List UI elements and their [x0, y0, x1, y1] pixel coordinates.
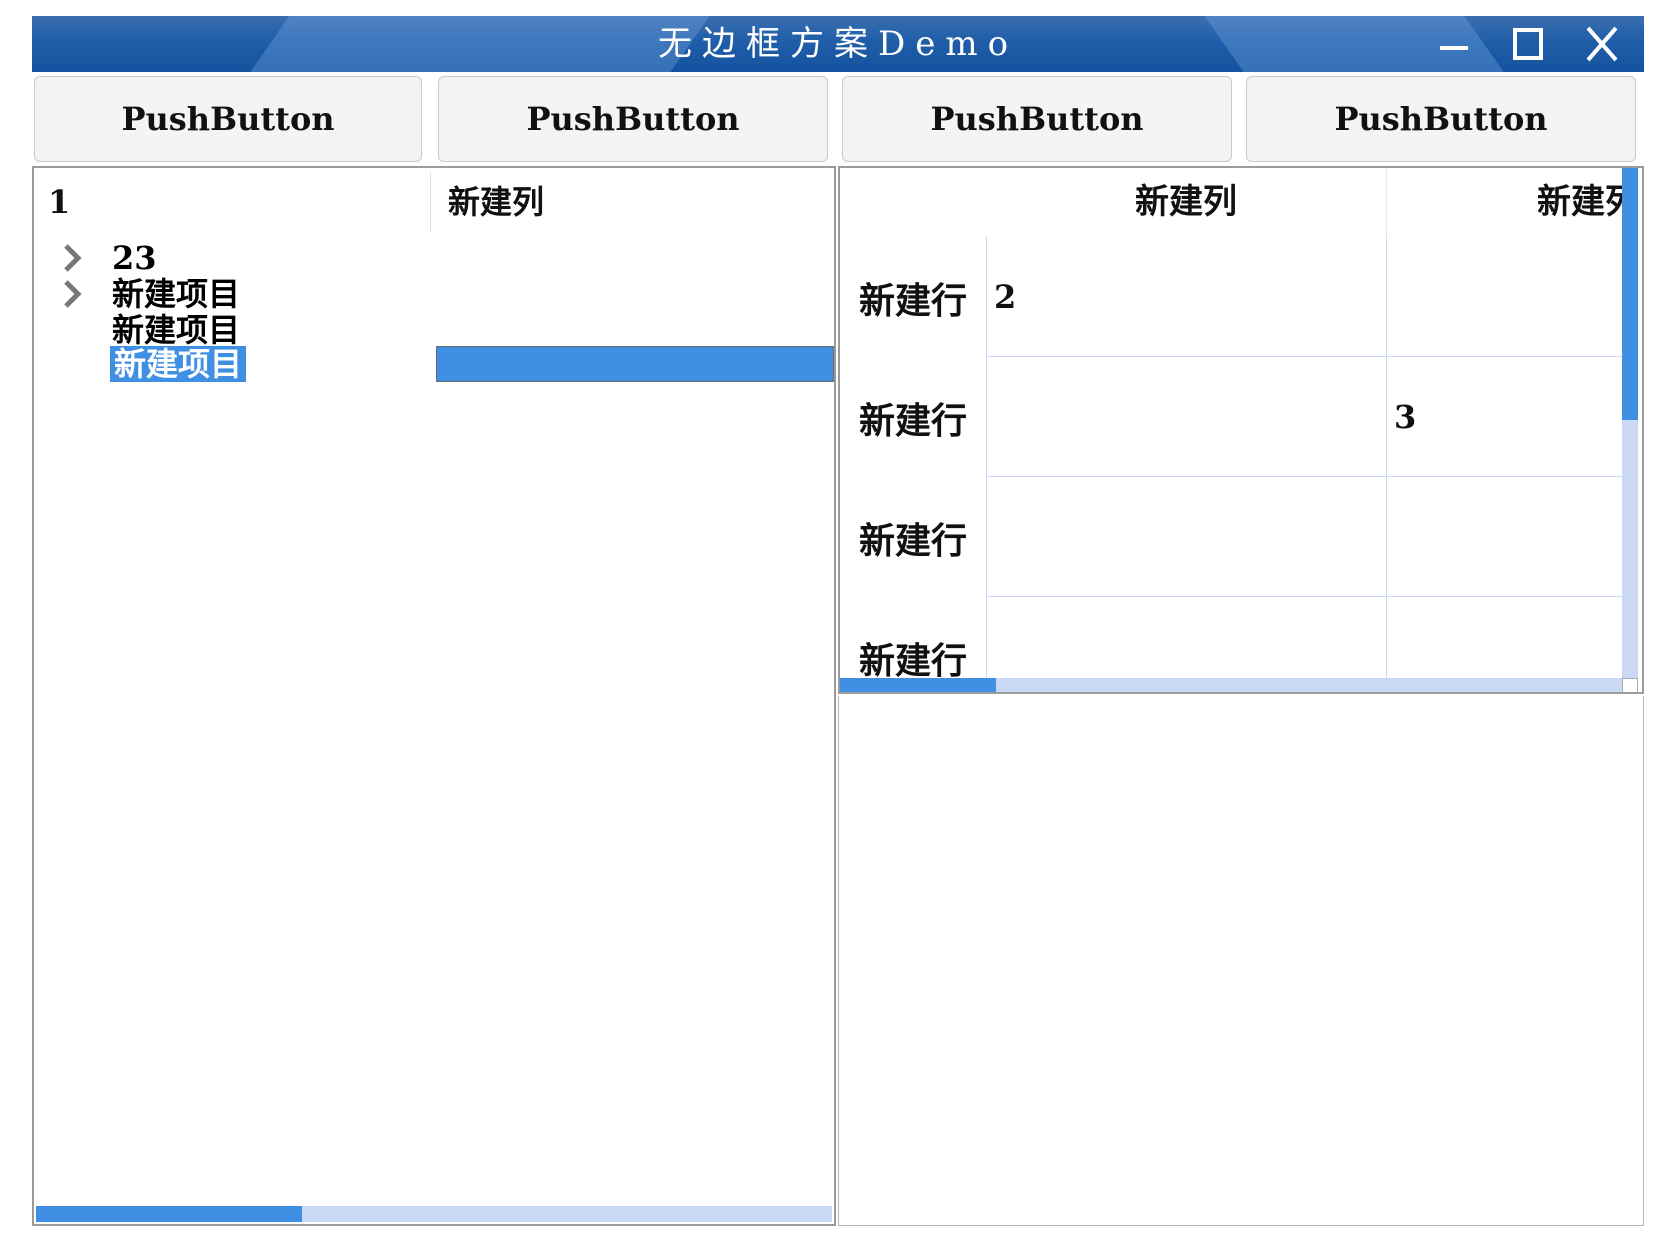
horizontal-scrollbar[interactable] [36, 1206, 832, 1222]
tree-item[interactable]: 新建项目 [112, 276, 240, 312]
tree-header-col-1[interactable]: 1 [48, 168, 70, 236]
tree-item[interactable]: 新建项目 [112, 312, 240, 348]
push-button-3[interactable]: PushButton [842, 76, 1232, 162]
tree-item[interactable]: 23 [112, 240, 157, 276]
table-row-header[interactable]: 新建行 [840, 272, 986, 324]
scrollbar-thumb[interactable] [840, 678, 996, 692]
scrollbar-thumb[interactable] [36, 1206, 302, 1222]
tree-header-col-2[interactable]: 新建列 [448, 168, 544, 236]
scrollbar-corner [1622, 678, 1638, 692]
horizontal-scrollbar[interactable] [840, 678, 1622, 692]
push-button-1[interactable]: PushButton [34, 76, 422, 162]
table-row-header[interactable]: 新建行 [840, 512, 986, 564]
maximize-icon[interactable] [1506, 22, 1550, 66]
empty-panel [838, 696, 1644, 1226]
tree-item-selected[interactable]: 新建项目 [110, 346, 247, 382]
table-row-header[interactable]: 新建行 [840, 392, 986, 444]
tree-item-selected-cell[interactable] [436, 346, 834, 382]
table-column-header[interactable]: 新建列 [986, 168, 1386, 236]
chevron-right-icon[interactable] [58, 276, 86, 312]
table-row-header[interactable]: 新建行 [840, 632, 986, 684]
close-icon[interactable] [1580, 22, 1624, 66]
push-button-2[interactable]: PushButton [438, 76, 828, 162]
table-cell[interactable]: 2 [994, 278, 1016, 316]
push-button-4[interactable]: PushButton [1246, 76, 1636, 162]
table-cell[interactable]: 3 [1394, 398, 1416, 436]
table-view[interactable]: 新建列 新建列 新建行 新建行 新建行 新建行 2 3 [838, 166, 1644, 694]
window-title: 无边框方案Demo [657, 24, 1019, 64]
scrollbar-thumb[interactable] [1622, 168, 1638, 420]
vertical-scrollbar[interactable] [1622, 168, 1638, 678]
title-bar[interactable]: 无边框方案Demo [32, 16, 1644, 72]
tree-view[interactable]: 1 新建列 23 新建项目 新建项目 新建项目 [32, 166, 836, 1226]
minimize-icon[interactable] [1432, 22, 1476, 66]
table-column-header[interactable]: 新建列 [1388, 168, 1642, 236]
chevron-right-icon[interactable] [58, 240, 86, 276]
